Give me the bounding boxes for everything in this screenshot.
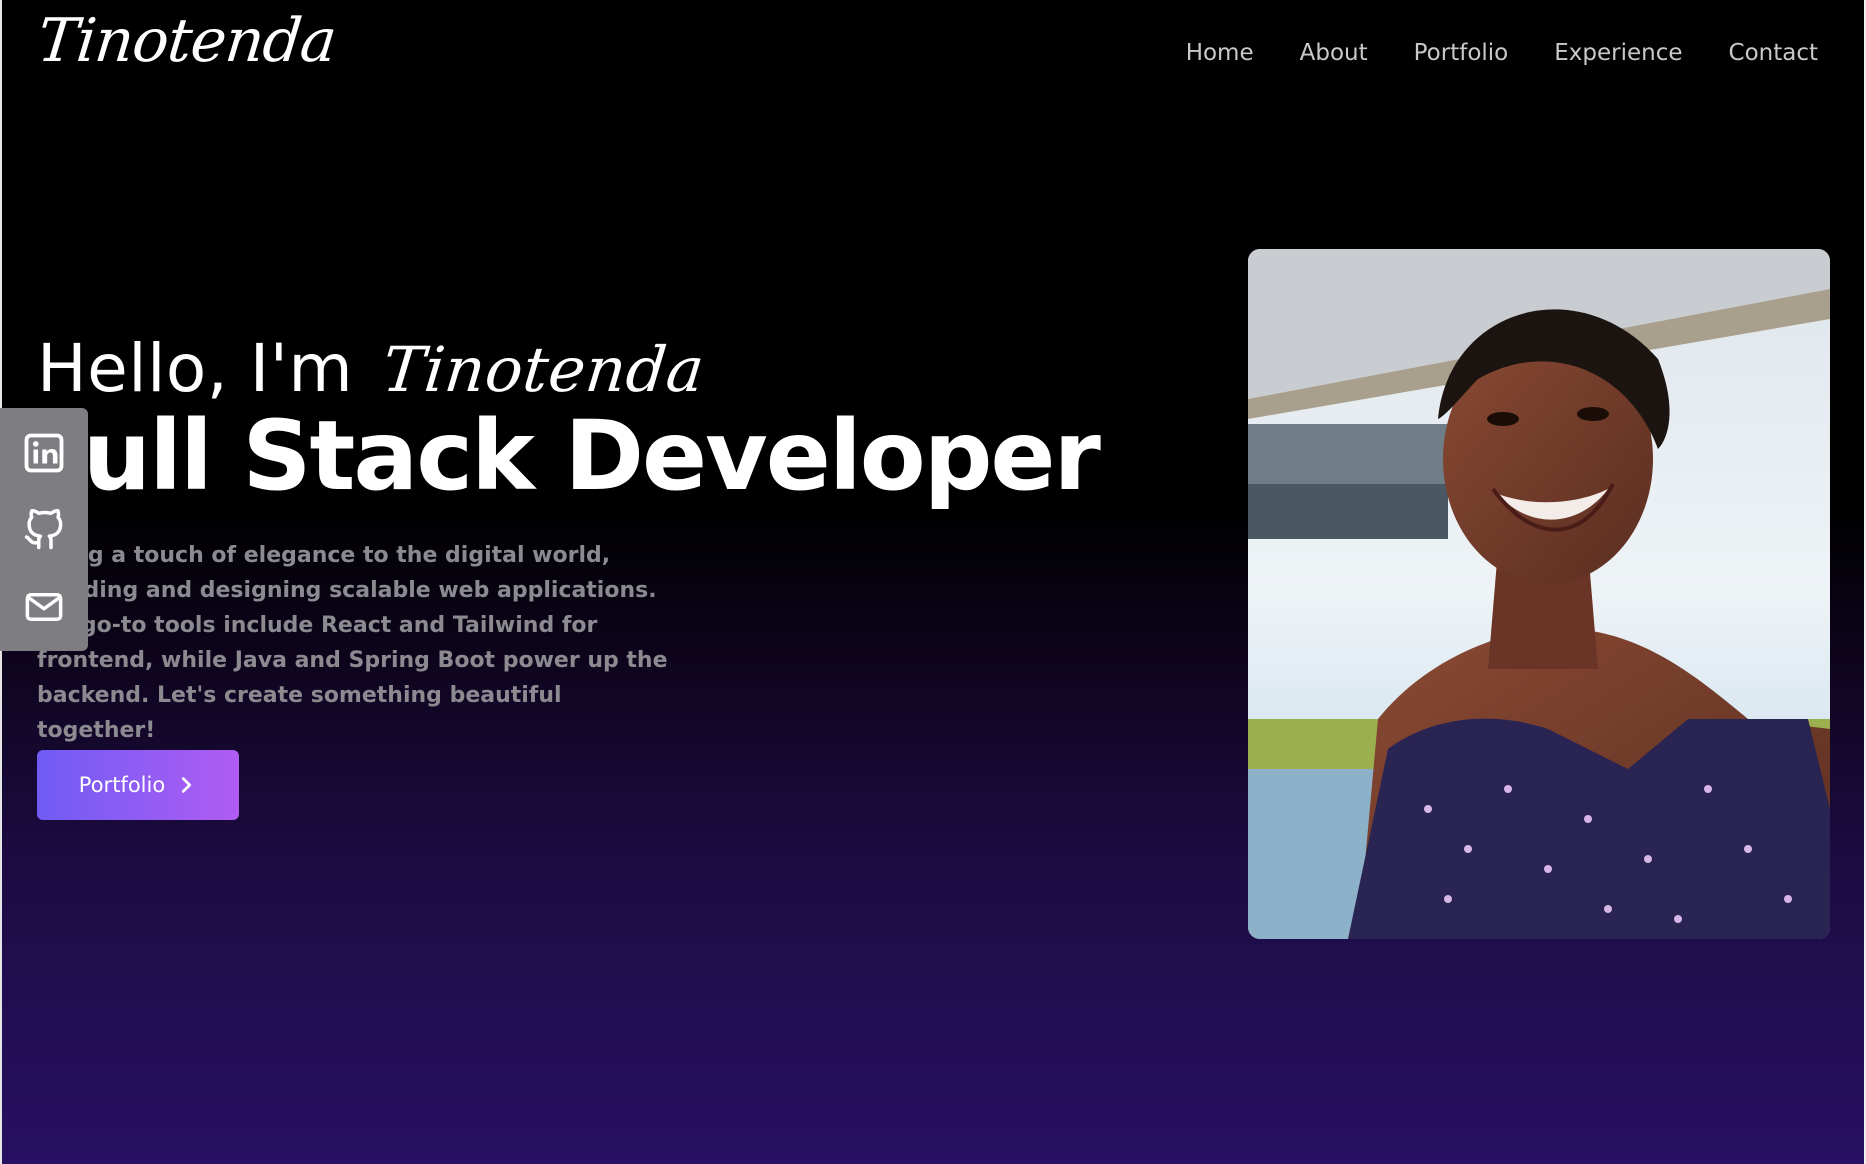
greeting-text: Hello, I'm xyxy=(37,330,354,407)
portfolio-button-label: Portfolio xyxy=(78,773,166,797)
profile-photo-illustration xyxy=(1248,249,1830,939)
portfolio-button[interactable]: Portfolio xyxy=(37,750,239,820)
hero-role: Full Stack Developer xyxy=(24,400,1101,512)
github-icon xyxy=(24,508,63,549)
nav-about[interactable]: About xyxy=(1300,40,1368,66)
github-link[interactable] xyxy=(21,507,67,553)
nav-contact[interactable]: Contact xyxy=(1729,40,1818,66)
nav-experience[interactable]: Experience xyxy=(1554,40,1682,66)
hero-description: Bring a touch of elegance to the digital… xyxy=(37,543,668,743)
linkedin-icon xyxy=(24,433,64,472)
email-link[interactable] xyxy=(21,584,67,630)
nav-portfolio[interactable]: Portfolio xyxy=(1414,40,1509,66)
linkedin-link[interactable] xyxy=(21,430,67,476)
mail-icon xyxy=(25,592,63,621)
hero-greeting: Hello, I'm Tinotenda xyxy=(37,330,708,407)
nav-home[interactable]: Home xyxy=(1186,40,1254,66)
hero-name: Tinotenda xyxy=(378,333,708,406)
chevron-right-icon xyxy=(182,777,192,793)
site-logo[interactable]: Tinotenda xyxy=(34,6,339,76)
profile-photo xyxy=(1248,249,1830,939)
main-nav: Home About Portfolio Experience Contact xyxy=(1186,40,1818,66)
social-sidebar xyxy=(0,408,88,651)
